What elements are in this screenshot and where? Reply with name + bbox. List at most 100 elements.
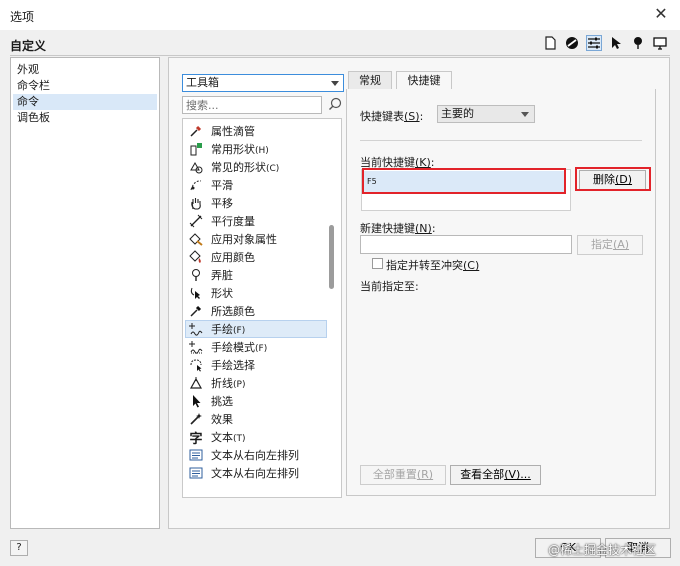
watermark: @稀土掘金技术社区 xyxy=(548,543,657,557)
list-item-label: 手绘(F) xyxy=(211,323,246,336)
list-item-label: 形状 xyxy=(211,287,233,300)
command-search-input[interactable] xyxy=(182,96,322,114)
list-item[interactable]: 手绘模式(F) xyxy=(187,338,327,356)
new-shortcut-label: 新建快捷键(N): xyxy=(360,222,436,235)
list-item[interactable]: 文本从右向左排列 xyxy=(187,464,327,482)
list-item[interactable]: 手绘选择 xyxy=(187,356,327,374)
new-shortcut-input[interactable] xyxy=(360,235,572,254)
chevron-down-icon xyxy=(331,81,339,86)
command-list[interactable]: 属性滴管 常用形状(H) 常见的形状(C) 平滑 平移 平行度量 应用对象属性 … xyxy=(182,118,342,498)
shortcut-table-select[interactable]: 主要的 xyxy=(437,105,535,123)
shortcut-table-label: 快捷键表(S): xyxy=(360,110,424,123)
currently-assigned-to-label: 当前指定至: xyxy=(360,280,419,293)
list-item[interactable]: 文本从右向左排列 xyxy=(187,446,327,464)
reset-all-button[interactable]: 全部重置(R) xyxy=(360,465,446,485)
list-item[interactable]: 属性滴管 xyxy=(187,122,327,140)
apply-object-attributes-icon xyxy=(187,231,205,247)
pick-arrow-icon xyxy=(187,393,205,409)
category-tree[interactable]: 外观 命令栏 命令 调色板 xyxy=(10,57,160,529)
shape-tool-icon xyxy=(187,285,205,301)
selected-color-icon xyxy=(187,303,205,319)
page-icon[interactable] xyxy=(542,35,558,51)
view-all-button[interactable]: 查看全部(V)... xyxy=(450,465,541,485)
list-item-label: 应用对象属性 xyxy=(211,233,277,246)
list-item[interactable]: 所选颜色 xyxy=(187,302,327,320)
list-item-label: 挑选 xyxy=(211,395,233,408)
go-to-conflict-checkbox[interactable] xyxy=(372,258,383,269)
highlight-box-shortcut xyxy=(362,168,566,194)
list-item-label: 效果 xyxy=(211,413,233,426)
list-item-label: 常见的形状(C) xyxy=(211,161,280,174)
chevron-down-icon xyxy=(521,112,529,117)
section-title: 自定义 xyxy=(10,39,47,53)
header-divider xyxy=(10,55,670,56)
list-item-label: 折线(P) xyxy=(211,377,246,390)
help-button[interactable]: ? xyxy=(10,540,28,556)
list-item[interactable]: 平滑 xyxy=(187,176,327,194)
pushpin-icon[interactable] xyxy=(630,35,646,51)
list-item[interactable]: 形状 xyxy=(187,284,327,302)
list-item-label: 平行度量 xyxy=(211,215,255,228)
tree-item-appearance[interactable]: 外观 xyxy=(17,62,39,78)
section-separator xyxy=(360,140,642,141)
list-item-label: 手绘模式(F) xyxy=(211,341,268,354)
parallel-dimension-icon xyxy=(187,213,205,229)
go-to-conflict-label: 指定并转至冲突(C) xyxy=(386,259,480,272)
command-group-value: 工具箱 xyxy=(186,76,219,89)
list-item[interactable]: 常用形状(H) xyxy=(187,140,327,158)
tree-item-palettes[interactable]: 调色板 xyxy=(17,110,50,126)
eyedropper-icon xyxy=(187,123,205,139)
list-item[interactable]: 效果 xyxy=(187,410,327,428)
cursor-arrow-icon[interactable] xyxy=(608,35,624,51)
smear-icon xyxy=(187,267,205,283)
close-icon: ✕ xyxy=(654,4,668,23)
list-item[interactable]: 弄脏 xyxy=(187,266,327,284)
list-scrollbar-thumb[interactable] xyxy=(329,225,334,289)
title-bar xyxy=(0,0,680,30)
list-item[interactable]: 常见的形状(C) xyxy=(187,158,327,176)
list-item[interactable]: 挑选 xyxy=(187,392,327,410)
close-button[interactable]: ✕ xyxy=(652,4,670,24)
list-item-label: 常用形状(H) xyxy=(211,143,269,156)
list-item-label: 平移 xyxy=(211,197,233,210)
list-item-label: 文本(T) xyxy=(211,431,246,444)
freehand-icon xyxy=(187,321,205,337)
window-title: 选项 xyxy=(10,10,35,24)
tree-item-command-bars[interactable]: 命令栏 xyxy=(17,78,50,94)
hand-icon xyxy=(187,195,205,211)
list-item-label: 所选颜色 xyxy=(211,305,255,318)
highlight-box-delete xyxy=(575,167,651,191)
text-rtl-icon xyxy=(187,447,205,463)
list-item-selected[interactable]: 手绘(F) xyxy=(185,320,327,338)
list-item[interactable]: 平行度量 xyxy=(187,212,327,230)
freehand-mode-icon xyxy=(187,339,205,355)
no-entry-icon[interactable] xyxy=(564,35,580,51)
list-item[interactable]: 应用对象属性 xyxy=(187,230,327,248)
list-item[interactable]: 应用颜色 xyxy=(187,248,327,266)
list-item-label: 文本从右向左排列 xyxy=(211,467,299,480)
list-item[interactable]: 折线(P) xyxy=(187,374,327,392)
list-item[interactable]: 字 文本(T) xyxy=(187,428,327,447)
tree-item-commands[interactable]: 命令 xyxy=(13,94,157,110)
command-group-dropdown[interactable]: 工具箱 xyxy=(182,74,344,92)
list-item-label: 文本从右向左排列 xyxy=(211,449,299,462)
assign-button[interactable]: 指定(A) xyxy=(577,235,643,255)
shortcut-table-value: 主要的 xyxy=(441,107,474,120)
freehand-select-icon xyxy=(187,357,205,373)
list-item-label: 应用颜色 xyxy=(211,251,255,264)
list-item[interactable]: 平移 xyxy=(187,194,327,212)
common-shapes-icon xyxy=(187,141,205,157)
list-item-label: 弄脏 xyxy=(211,269,233,282)
sliders-icon[interactable] xyxy=(586,35,602,51)
list-item-label: 手绘选择 xyxy=(211,359,255,372)
effects-icon xyxy=(187,411,205,427)
monitor-icon[interactable] xyxy=(652,35,668,51)
polyline-icon xyxy=(187,375,205,391)
tab-general[interactable]: 常规 xyxy=(348,71,392,90)
search-icon[interactable] xyxy=(328,97,342,111)
text-rtl-icon xyxy=(187,465,205,481)
smooth-icon xyxy=(187,177,205,193)
apply-color-icon xyxy=(187,249,205,265)
list-item-label: 平滑 xyxy=(211,179,233,192)
tab-shortcuts[interactable]: 快捷键 xyxy=(396,71,452,91)
